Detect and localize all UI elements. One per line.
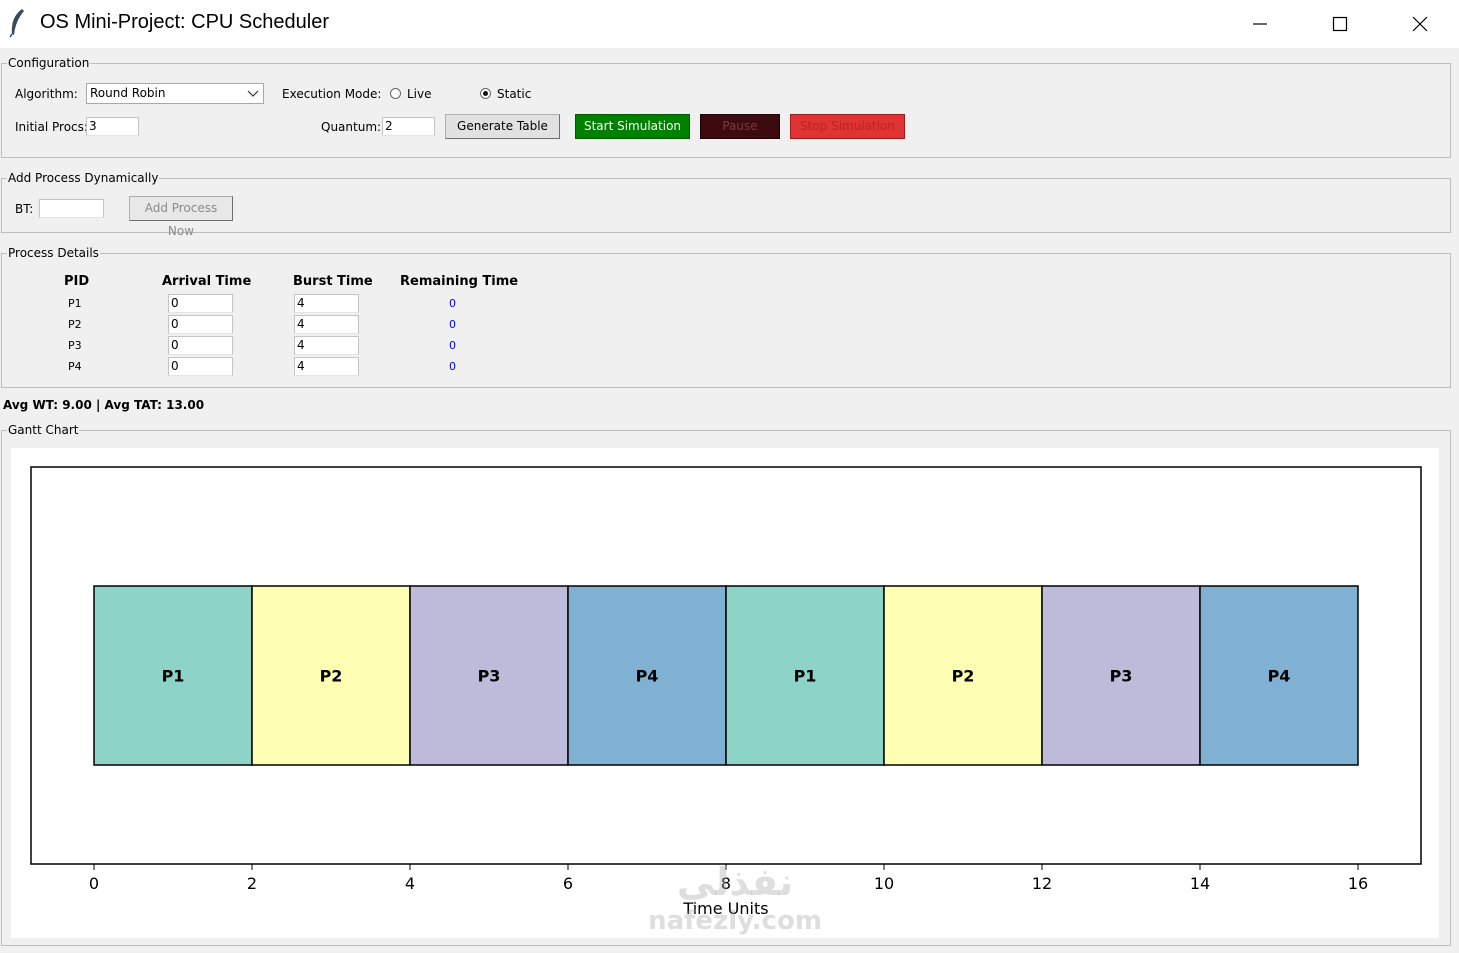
close-button[interactable] [1380, 0, 1459, 48]
column-header-pid: PID [64, 274, 90, 289]
title-bar: OS Mini-Project: CPU Scheduler [0, 0, 1459, 48]
burst-time-input[interactable]: 4 [294, 336, 359, 355]
quantum-label: Quantum: [321, 120, 382, 134]
pid-cell: P4 [68, 360, 82, 373]
minimize-icon [1253, 23, 1267, 25]
arrival-time-input[interactable]: 0 [168, 336, 233, 355]
remaining-time-value: 0 [449, 318, 456, 331]
burst-time-input[interactable]: 4 [294, 357, 359, 376]
mode-static-radio[interactable] [480, 88, 491, 99]
add-process-label: Add Process Dynamically [7, 171, 160, 185]
column-header-arrival: Arrival Time [162, 274, 252, 289]
maximize-icon [1332, 16, 1348, 32]
configuration-label: Configuration [7, 56, 91, 70]
watermark-latin: nafezly.com [648, 906, 822, 936]
burst-time-input[interactable]: 4 [294, 315, 359, 334]
pid-cell: P2 [68, 318, 82, 331]
execution-mode-label: Execution Mode: [282, 87, 382, 101]
initial-procs-label: Initial Procs: [15, 120, 88, 134]
arrival-time-input[interactable]: 0 [168, 294, 233, 313]
quantum-input[interactable]: 2 [382, 117, 435, 136]
pid-cell: P1 [68, 297, 82, 310]
watermark-arabic: نفذلي [676, 860, 794, 904]
stop-simulation-button[interactable]: Stop Simulation [790, 114, 905, 139]
initial-procs-input[interactable]: 3 [86, 117, 139, 136]
column-header-burst: Burst Time [293, 274, 373, 289]
mode-static-label: Static [497, 87, 532, 101]
chevron-down-icon [247, 90, 259, 97]
start-simulation-button[interactable]: Start Simulation [575, 114, 690, 139]
window-title: OS Mini-Project: CPU Scheduler [40, 11, 329, 33]
feather-icon [9, 9, 24, 38]
close-icon [1412, 16, 1428, 32]
arrival-time-input[interactable]: 0 [168, 357, 233, 376]
bt-input[interactable] [39, 199, 104, 218]
pid-cell: P3 [68, 339, 82, 352]
add-process-button[interactable]: Add Process Now [129, 196, 233, 238]
watermark: نفذلي nafezly.com [640, 860, 830, 936]
maximize-button[interactable] [1300, 0, 1380, 48]
pause-button[interactable]: Pause [700, 114, 780, 139]
bt-label: BT: [15, 202, 34, 216]
algorithm-value: Round Robin [90, 86, 166, 100]
remaining-time-value: 0 [449, 360, 456, 373]
minimize-button[interactable] [1220, 0, 1300, 48]
burst-time-input[interactable]: 4 [294, 294, 359, 313]
algorithm-label: Algorithm: [15, 87, 78, 101]
configuration-group: Configuration [1, 56, 1451, 158]
generate-table-button[interactable]: Generate Table [445, 114, 560, 139]
remaining-time-value: 0 [449, 297, 456, 310]
remaining-time-value: 0 [449, 339, 456, 352]
algorithm-select[interactable]: Round Robin [86, 83, 264, 104]
column-header-remaining: Remaining Time [400, 274, 519, 289]
averages-text: Avg WT: 9.00 | Avg TAT: 13.00 [3, 398, 205, 412]
mode-live-label: Live [407, 87, 432, 101]
gantt-chart-label: Gantt Chart [7, 423, 80, 437]
process-details-label: Process Details [7, 246, 100, 260]
mode-live-radio[interactable] [390, 88, 401, 99]
arrival-time-input[interactable]: 0 [168, 315, 233, 334]
